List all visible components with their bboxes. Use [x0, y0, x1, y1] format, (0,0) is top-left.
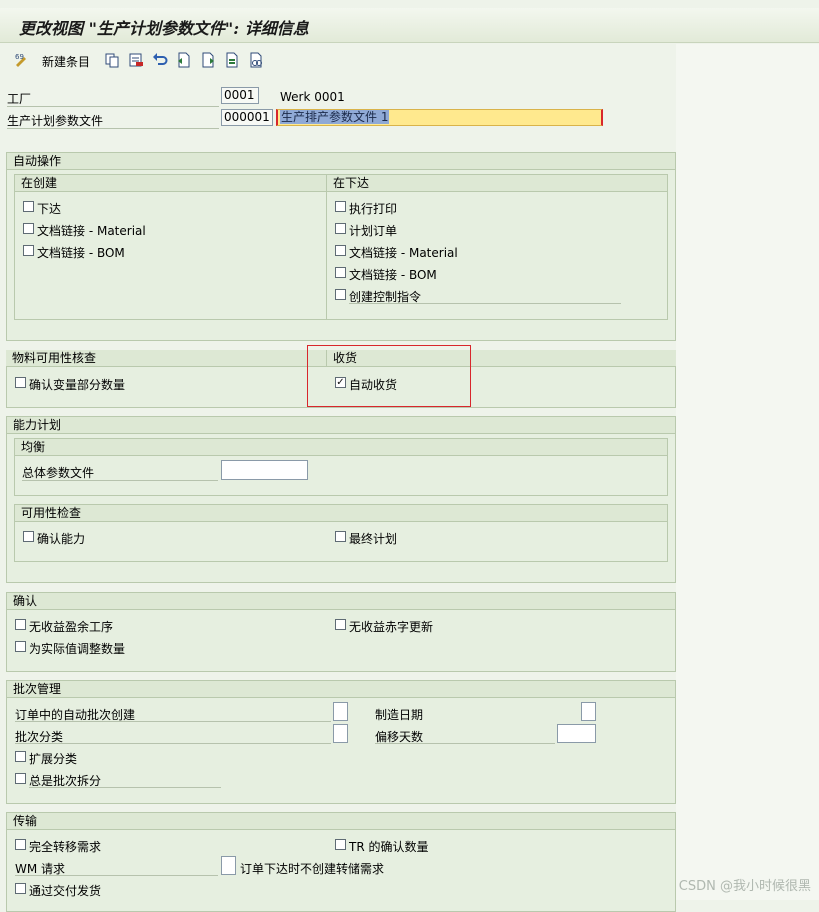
planned-order-label: 计划订单	[349, 224, 398, 238]
where-used-icon[interactable]	[248, 52, 264, 68]
goods-issue-delivery-checkbox[interactable]	[15, 883, 26, 894]
previous-entry-icon[interactable]	[176, 52, 192, 68]
page-title: 更改视图 "生产计划参数文件": 详细信息	[19, 19, 309, 38]
empty-area	[676, 44, 819, 900]
auto-batch-underline	[15, 721, 331, 722]
doc-link-bom-release-label: 文档链接 - BOM	[349, 268, 437, 282]
material-check-title: 物料可用性核查	[6, 350, 326, 367]
extended-classification-label: 扩展分类	[29, 752, 78, 766]
profile-label-underline	[7, 128, 219, 129]
auto-batch-field[interactable]	[333, 702, 348, 721]
leveling-title: 均衡	[15, 439, 667, 456]
batch-classification-field[interactable]	[333, 724, 348, 743]
profile-label: 生产计划参数文件	[7, 114, 104, 128]
offset-days-field[interactable]	[557, 724, 596, 743]
confirm-partial-qty-label: 确认变量部分数量	[29, 378, 126, 392]
release-on-create-checkbox[interactable]	[23, 201, 34, 212]
overall-profile-field[interactable]	[221, 460, 308, 480]
execute-print-label: 执行打印	[349, 202, 398, 216]
batch-management-title: 批次管理	[7, 681, 675, 698]
on-release-title: 在下达	[327, 175, 667, 192]
plant-description: Werk 0001	[280, 90, 345, 104]
on-create-title: 在创建	[15, 175, 326, 192]
batch-classification-underline	[15, 743, 331, 744]
capacity-planning-title: 能力计划	[7, 417, 675, 434]
new-entries-button[interactable]: 新建条目	[42, 53, 90, 70]
adjust-qty-actual-label: 为实际值调整数量	[29, 642, 126, 656]
tr-confirm-qty-label: TR 的确认数量	[349, 840, 429, 854]
profile-description-field[interactable]: 生产排产参数文件 1	[276, 109, 603, 126]
full-transfer-checkbox[interactable]	[15, 839, 26, 850]
no-yield-surplus-label: 无收益盈余工序	[29, 620, 114, 634]
no-yield-deficit-checkbox[interactable]	[335, 619, 346, 630]
adjust-qty-actual-checkbox[interactable]	[15, 641, 26, 652]
overall-profile-label: 总体参数文件	[22, 466, 95, 480]
plant-label-underline	[7, 106, 219, 107]
mfg-date-label: 制造日期	[375, 708, 424, 722]
select-all-icon[interactable]	[224, 52, 240, 68]
no-yield-surplus-checkbox[interactable]	[15, 619, 26, 630]
auto-operations-title: 自动操作	[7, 153, 675, 170]
watermark: CSDN @我小时候很黑	[678, 879, 811, 894]
plant-label: 工厂	[7, 92, 32, 106]
no-tr-on-release-label: 订单下达时不创建转储需求	[240, 862, 385, 876]
confirm-capacity-checkbox[interactable]	[23, 531, 34, 542]
offset-days-underline	[375, 743, 555, 744]
confirmation-title: 确认	[7, 593, 675, 610]
full-transfer-label: 完全转移需求	[29, 840, 102, 854]
doc-link-material-release-checkbox[interactable]	[335, 245, 346, 256]
doc-link-material-create-label: 文档链接 - Material	[37, 224, 146, 238]
display-change-icon[interactable]: 69	[14, 52, 30, 68]
extended-classification-checkbox[interactable]	[15, 751, 26, 762]
batch-split-underline	[29, 787, 221, 788]
release-on-create-label: 下达	[37, 202, 62, 216]
finite-scheduling-checkbox[interactable]	[335, 531, 346, 542]
execute-print-checkbox[interactable]	[335, 201, 346, 212]
copy-icon[interactable]	[104, 52, 120, 68]
leveling-subgroup: 均衡	[14, 438, 668, 496]
doc-link-material-release-label: 文档链接 - Material	[349, 246, 458, 260]
control-instruction-underline	[349, 303, 621, 304]
no-yield-deficit-label: 无收益赤字更新	[349, 620, 434, 634]
doc-link-material-create-checkbox[interactable]	[23, 223, 34, 234]
confirm-capacity-label: 确认能力	[37, 532, 86, 546]
goods-issue-delivery-label: 通过交付发货	[29, 884, 102, 898]
mfg-date-field[interactable]	[581, 702, 596, 721]
highlight-box	[307, 345, 471, 407]
doc-link-bom-create-label: 文档链接 - BOM	[37, 246, 125, 260]
delete-icon[interactable]	[128, 52, 144, 68]
profile-description-text: 生产排产参数文件 1	[280, 110, 390, 124]
tr-confirm-qty-checkbox[interactable]	[335, 839, 346, 850]
doc-link-bom-create-checkbox[interactable]	[23, 245, 34, 256]
overall-profile-underline	[22, 480, 218, 481]
next-entry-icon[interactable]	[200, 52, 216, 68]
plant-field[interactable]: 0001	[221, 87, 259, 104]
wm-request-underline	[15, 875, 218, 876]
confirm-partial-qty-checkbox[interactable]	[15, 377, 26, 388]
profile-field[interactable]: 000001	[221, 109, 273, 126]
transfer-title: 传输	[7, 813, 675, 830]
create-control-instruction-checkbox[interactable]	[335, 289, 346, 300]
finite-scheduling-label: 最终计划	[349, 532, 398, 546]
svg-text:69: 69	[15, 53, 24, 61]
doc-link-bom-release-checkbox[interactable]	[335, 267, 346, 278]
planned-order-checkbox[interactable]	[335, 223, 346, 234]
always-batch-split-checkbox[interactable]	[15, 773, 26, 784]
wm-request-field[interactable]	[221, 856, 236, 875]
availability-check-title: 可用性检查	[15, 505, 667, 522]
undo-icon[interactable]	[152, 52, 168, 68]
